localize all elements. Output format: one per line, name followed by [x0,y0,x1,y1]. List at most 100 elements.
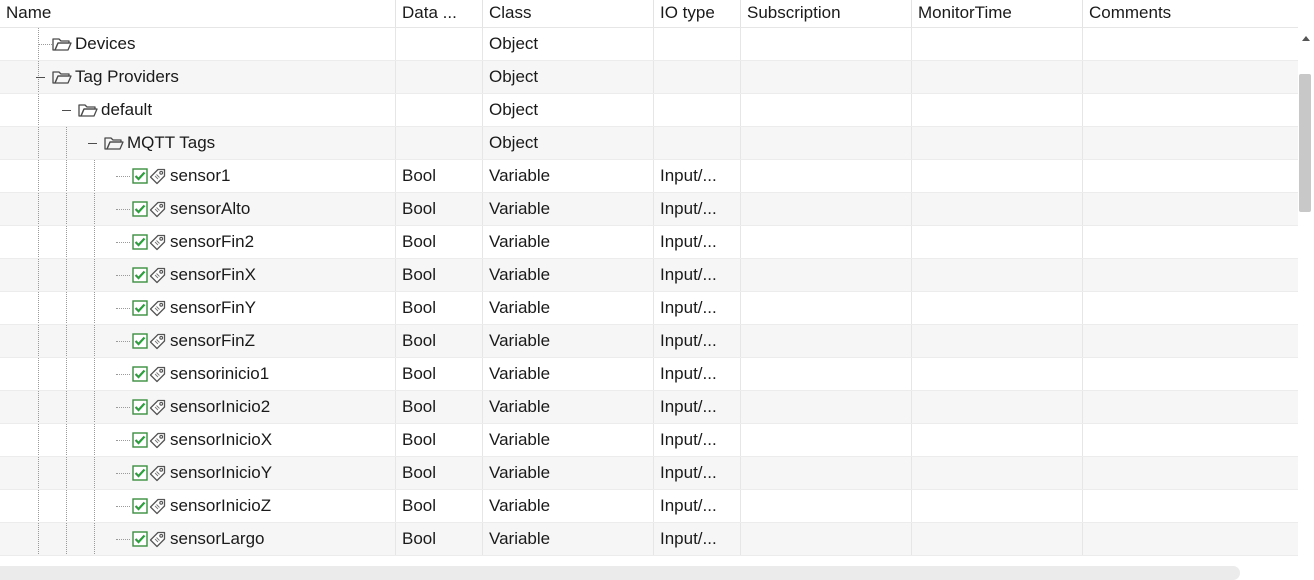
cell-name[interactable]: sensorAlto [0,193,396,225]
cell-monitor-time[interactable] [912,127,1083,159]
cell-class[interactable]: Object [483,94,654,126]
cell-name[interactable]: sensorInicio2 [0,391,396,423]
scroll-up-arrow-icon[interactable] [1302,36,1310,41]
checkbox-checked-icon[interactable] [132,168,148,184]
checkbox-checked-icon[interactable] [132,432,148,448]
cell-io-type[interactable]: Input/... [654,193,741,225]
cell-monitor-time[interactable] [912,523,1083,555]
cell-io-type[interactable]: Input/... [654,259,741,291]
cell-class[interactable]: Variable [483,292,654,324]
cell-subscription[interactable] [741,292,912,324]
cell-monitor-time[interactable] [912,94,1083,126]
checkbox-checked-icon[interactable] [132,498,148,514]
cell-data-type[interactable]: Bool [396,325,483,357]
cell-name[interactable]: sensor1 [0,160,396,192]
cell-subscription[interactable] [741,94,912,126]
tree-tag-row[interactable]: sensorInicioX Bool Variable Input/... [0,424,1298,457]
cell-comments[interactable] [1083,193,1298,225]
cell-name[interactable]: MQTT Tags [0,127,396,159]
cell-class[interactable]: Variable [483,490,654,522]
cell-monitor-time[interactable] [912,61,1083,93]
cell-comments[interactable] [1083,325,1298,357]
cell-io-type[interactable] [654,127,741,159]
cell-class[interactable]: Variable [483,391,654,423]
cell-comments[interactable] [1083,28,1298,60]
tree-tag-row[interactable]: sensorFinZ Bool Variable Input/... [0,325,1298,358]
cell-data-type[interactable] [396,28,483,60]
column-header-class[interactable]: Class [483,0,654,27]
checkbox-checked-icon[interactable] [132,366,148,382]
cell-data-type[interactable]: Bool [396,457,483,489]
collapse-minus-icon[interactable] [88,139,97,148]
checkbox-checked-icon[interactable] [132,201,148,217]
column-header-name[interactable]: Name [0,0,396,27]
cell-class[interactable]: Variable [483,325,654,357]
cell-data-type[interactable] [396,127,483,159]
column-header-subscription[interactable]: Subscription [741,0,912,27]
cell-class[interactable]: Object [483,127,654,159]
cell-comments[interactable] [1083,358,1298,390]
cell-data-type[interactable]: Bool [396,160,483,192]
cell-io-type[interactable]: Input/... [654,325,741,357]
cell-io-type[interactable] [654,94,741,126]
column-header-data-type[interactable]: Data ... [396,0,483,27]
tree-tag-row[interactable]: sensorinicio1 Bool Variable Input/... [0,358,1298,391]
cell-name[interactable]: default [0,94,396,126]
cell-monitor-time[interactable] [912,490,1083,522]
cell-comments[interactable] [1083,160,1298,192]
cell-subscription[interactable] [741,160,912,192]
cell-subscription[interactable] [741,424,912,456]
cell-class[interactable]: Variable [483,259,654,291]
cell-monitor-time[interactable] [912,325,1083,357]
vertical-scroll-thumb[interactable] [1299,74,1311,212]
collapse-minus-icon[interactable] [36,73,45,82]
tree-tag-row[interactable]: sensorFinX Bool Variable Input/... [0,259,1298,292]
cell-name[interactable]: sensorinicio1 [0,358,396,390]
cell-name[interactable]: sensorInicioZ [0,490,396,522]
cell-name[interactable]: sensorLargo [0,523,396,555]
cell-subscription[interactable] [741,259,912,291]
cell-subscription[interactable] [741,127,912,159]
cell-subscription[interactable] [741,358,912,390]
cell-comments[interactable] [1083,226,1298,258]
cell-subscription[interactable] [741,226,912,258]
cell-class[interactable]: Variable [483,226,654,258]
cell-subscription[interactable] [741,325,912,357]
cell-io-type[interactable]: Input/... [654,523,741,555]
cell-comments[interactable] [1083,94,1298,126]
cell-io-type[interactable]: Input/... [654,292,741,324]
cell-monitor-time[interactable] [912,193,1083,225]
tree-folder-row[interactable]: MQTT Tags Object [0,127,1298,160]
tree-tag-row[interactable]: sensorFinY Bool Variable Input/... [0,292,1298,325]
cell-comments[interactable] [1083,523,1298,555]
collapse-minus-icon[interactable] [62,106,71,115]
cell-data-type[interactable]: Bool [396,259,483,291]
cell-data-type[interactable] [396,94,483,126]
column-header-io-type[interactable]: IO type [654,0,741,27]
cell-class[interactable]: Variable [483,160,654,192]
cell-comments[interactable] [1083,490,1298,522]
cell-monitor-time[interactable] [912,391,1083,423]
cell-class[interactable]: Object [483,28,654,60]
tree-tag-row[interactable]: sensor1 Bool Variable Input/... [0,160,1298,193]
cell-comments[interactable] [1083,259,1298,291]
column-header-monitor-time[interactable]: MonitorTime [912,0,1083,27]
horizontal-scrollbar[interactable] [0,566,1240,580]
tree-tag-row[interactable]: sensorFin2 Bool Variable Input/... [0,226,1298,259]
checkbox-checked-icon[interactable] [132,267,148,283]
checkbox-checked-icon[interactable] [132,333,148,349]
cell-data-type[interactable]: Bool [396,490,483,522]
tree-folder-row[interactable]: Devices Object [0,28,1298,61]
checkbox-checked-icon[interactable] [132,234,148,250]
cell-monitor-time[interactable] [912,292,1083,324]
cell-name[interactable]: Devices [0,28,396,60]
tree-folder-row[interactable]: Tag Providers Object [0,61,1298,94]
cell-data-type[interactable]: Bool [396,193,483,225]
cell-data-type[interactable]: Bool [396,391,483,423]
cell-class[interactable]: Variable [483,457,654,489]
tree-tag-row[interactable]: sensorAlto Bool Variable Input/... [0,193,1298,226]
cell-data-type[interactable]: Bool [396,424,483,456]
cell-io-type[interactable]: Input/... [654,424,741,456]
cell-subscription[interactable] [741,523,912,555]
cell-data-type[interactable]: Bool [396,226,483,258]
